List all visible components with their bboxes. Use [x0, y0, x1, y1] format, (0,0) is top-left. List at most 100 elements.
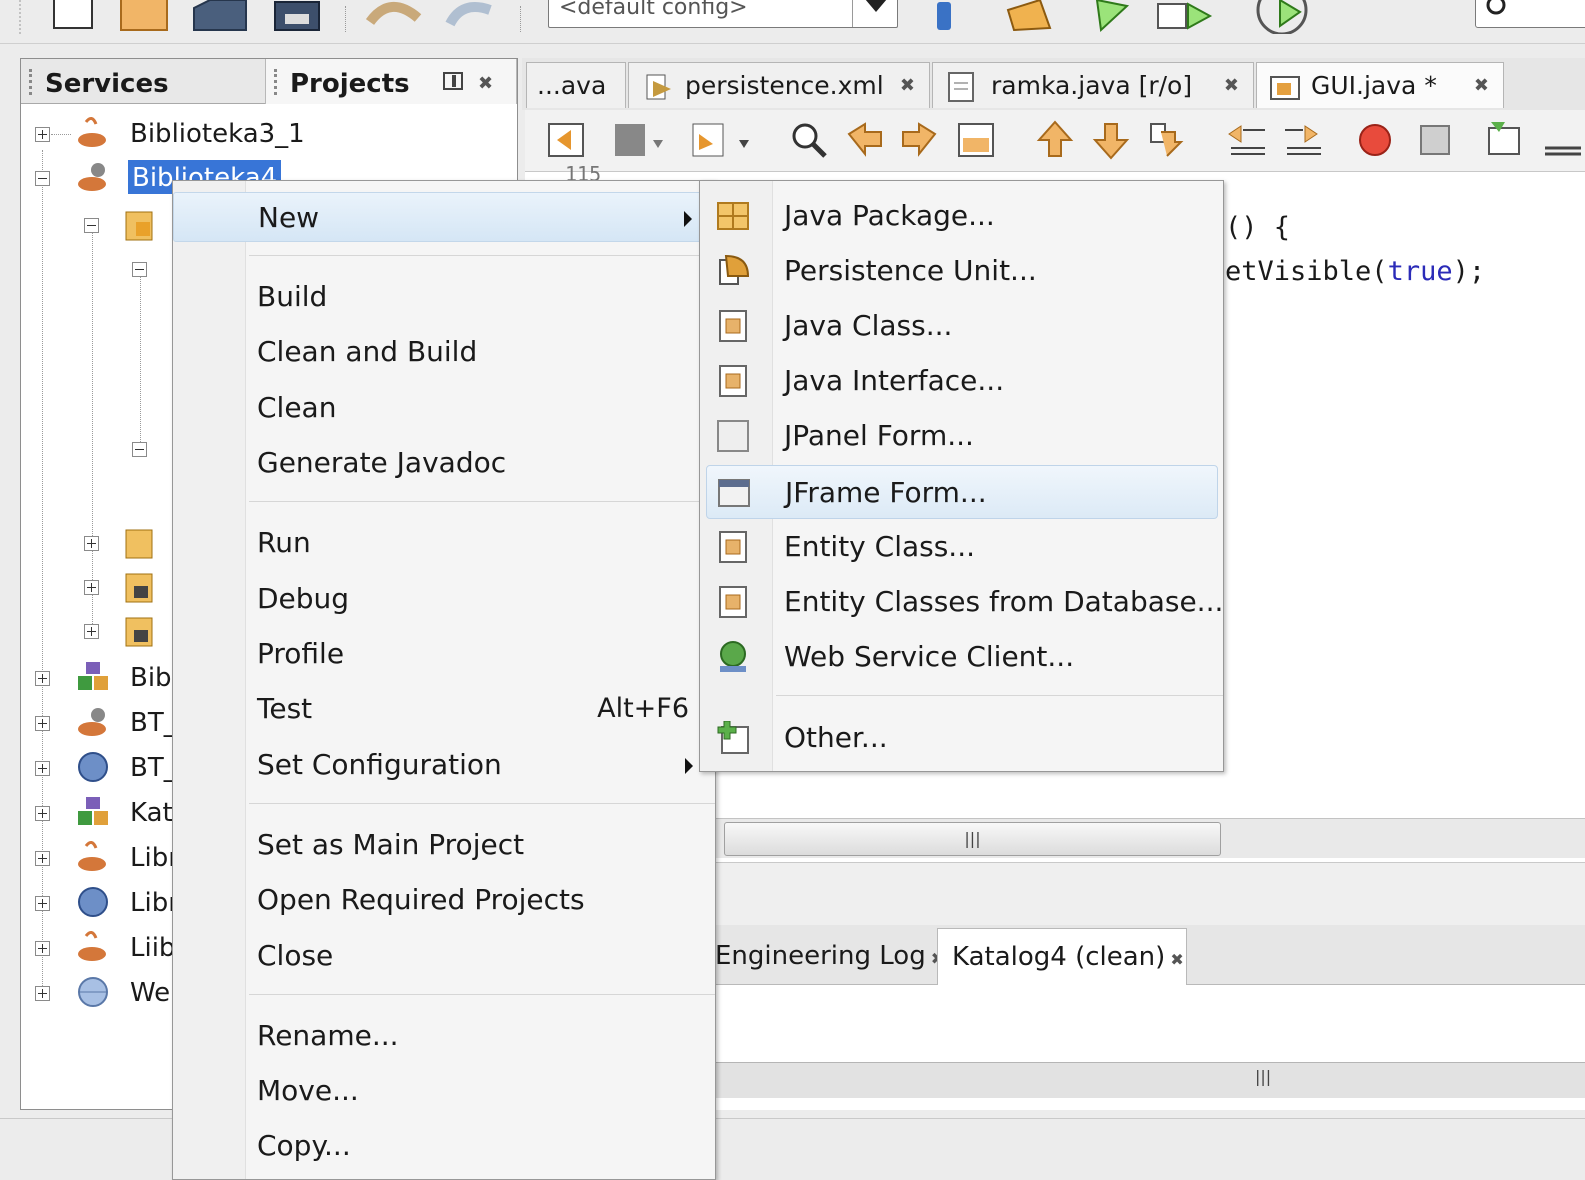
tree-node-project[interactable]: BT_	[30, 746, 177, 790]
menu-item-run[interactable]: Run	[173, 518, 715, 568]
next-bookmark-icon[interactable]	[1091, 118, 1135, 162]
menu-item-set-configuration[interactable]: Set Configuration	[173, 740, 715, 790]
collapse-icon[interactable]	[35, 171, 50, 186]
source-view-icon[interactable]	[545, 120, 589, 160]
tree-node-project[interactable]: Biblioteka3_1	[30, 112, 500, 156]
tab-projects[interactable]: Projects ✖	[265, 59, 517, 104]
tree-node-project[interactable]: Liib	[30, 926, 175, 970]
submenu-item-jpanel-form[interactable]: JPanel Form...	[700, 409, 1223, 463]
forward-history-icon[interactable]	[689, 120, 761, 160]
editor-tab[interactable]: ...ava	[526, 62, 626, 108]
submenu-item-entity-classes-from-database[interactable]: Entity Classes from Database...	[700, 575, 1223, 629]
toggle-bookmark-icon[interactable]	[1147, 118, 1191, 162]
menu-item-build[interactable]: Build	[173, 272, 715, 322]
editor-tab[interactable]: ramka.java [r/o] ✖	[932, 62, 1254, 108]
run-icon[interactable]	[1085, 0, 1135, 34]
tree-node-project[interactable]: BT_	[30, 701, 177, 745]
tree-node-folder[interactable]	[80, 566, 170, 610]
find-icon[interactable]	[787, 120, 831, 160]
menu-item-close[interactable]: Close	[173, 931, 715, 981]
menu-item-generate-javadoc[interactable]: Generate Javadoc	[173, 438, 715, 488]
collapse-icon[interactable]	[84, 218, 99, 233]
submenu-item-java-package[interactable]: Java Package...	[700, 189, 1223, 243]
tree-node-folder[interactable]	[80, 204, 170, 248]
output-tab[interactable]: Engineering Log ✖	[715, 928, 944, 985]
tree-node-folder[interactable]	[80, 522, 170, 566]
expand-icon[interactable]	[35, 671, 50, 686]
menu-item-copy[interactable]: Copy...	[173, 1121, 715, 1171]
tree-node-package[interactable]	[128, 248, 168, 292]
profile-icon[interactable]	[1250, 0, 1320, 34]
expand-icon[interactable]	[35, 761, 50, 776]
menu-item-move[interactable]: Move...	[173, 1066, 715, 1116]
menu-item-open-required-projects[interactable]: Open Required Projects	[173, 875, 715, 925]
close-tab-icon[interactable]: ✖	[1474, 63, 1489, 109]
clean-icon[interactable]	[925, 0, 965, 34]
menu-item-test[interactable]: Test Alt+F6	[173, 684, 715, 734]
debug-icon[interactable]	[1150, 0, 1220, 34]
comment-icon[interactable]	[1485, 118, 1529, 162]
expand-icon[interactable]	[35, 716, 50, 731]
uncomment-icon[interactable]	[1541, 118, 1585, 162]
editor-tab-active[interactable]: GUI.java * ✖	[1256, 62, 1504, 108]
menu-item-new[interactable]: New	[173, 192, 715, 242]
expand-icon[interactable]	[84, 624, 99, 639]
start-macro-recording-icon[interactable]	[1355, 120, 1395, 160]
tree-node-project[interactable]: Kat	[30, 791, 173, 835]
save-all-icon[interactable]	[265, 0, 335, 34]
menu-item-profile[interactable]: Profile	[173, 629, 715, 679]
shift-left-icon[interactable]	[1225, 118, 1269, 162]
submenu-item-jframe-form[interactable]: JFrame Form...	[706, 465, 1218, 519]
tree-node-project[interactable]: Libr	[30, 881, 179, 925]
scrollbar-thumb[interactable]: |||	[724, 822, 1221, 856]
toggle-highlight-icon[interactable]	[955, 120, 999, 160]
stop-macro-recording-icon[interactable]	[1415, 120, 1455, 160]
menu-item-rename[interactable]: Rename...	[173, 1011, 715, 1061]
find-previous-icon[interactable]	[843, 120, 887, 160]
shift-right-icon[interactable]	[1281, 118, 1325, 162]
editor-tab[interactable]: persistence.xml ✖	[628, 62, 930, 108]
new-project-icon[interactable]	[115, 0, 175, 34]
open-project-icon[interactable]	[190, 0, 250, 34]
submenu-item-web-service-client[interactable]: Web Service Client...	[700, 630, 1223, 684]
submenu-item-java-interface[interactable]: Java Interface...	[700, 354, 1223, 408]
tree-node-folder[interactable]	[80, 610, 170, 654]
tree-node-package[interactable]	[128, 428, 168, 472]
undo-icon[interactable]	[360, 0, 430, 34]
close-tab-icon[interactable]: ✖	[478, 59, 493, 109]
new-file-icon[interactable]	[18, 0, 98, 34]
close-tab-icon[interactable]: ✖	[1224, 63, 1239, 109]
tree-node-project[interactable]: Bibl	[30, 656, 179, 700]
quick-search-input[interactable]	[1475, 0, 1585, 28]
previous-bookmark-icon[interactable]	[1035, 118, 1079, 162]
minimize-window-icon[interactable]	[442, 71, 466, 93]
tab-services[interactable]: Services	[21, 59, 265, 104]
menu-item-debug[interactable]: Debug	[173, 574, 715, 624]
expand-icon[interactable]	[84, 536, 99, 551]
submenu-item-other[interactable]: Other...	[700, 711, 1223, 765]
submenu-item-java-class[interactable]: Java Class...	[700, 299, 1223, 353]
menu-item-set-as-main-project[interactable]: Set as Main Project	[173, 820, 715, 870]
configuration-select[interactable]: <default config>	[548, 0, 898, 28]
expand-icon[interactable]	[84, 580, 99, 595]
find-next-icon[interactable]	[897, 120, 941, 160]
menu-item-clean[interactable]: Clean	[173, 383, 715, 433]
collapse-icon[interactable]	[132, 442, 147, 457]
expand-icon[interactable]	[35, 896, 50, 911]
collapse-icon[interactable]	[132, 262, 147, 277]
back-history-icon[interactable]	[611, 120, 679, 160]
close-tab-icon[interactable]: ✖	[900, 63, 915, 109]
expand-icon[interactable]	[35, 941, 50, 956]
submenu-item-persistence-unit[interactable]: Persistence Unit...	[700, 244, 1223, 298]
build-icon[interactable]	[1000, 0, 1060, 34]
tree-node-project[interactable]: Libr	[30, 836, 179, 880]
tree-node-project[interactable]: We	[30, 971, 172, 1015]
redo-icon[interactable]	[440, 0, 500, 34]
expand-icon[interactable]	[35, 986, 50, 1001]
expand-icon[interactable]	[35, 806, 50, 821]
output-horizontal-scrollbar[interactable]: |||	[715, 1062, 1585, 1098]
close-tab-icon[interactable]: ✖	[1165, 950, 1183, 969]
expand-icon[interactable]	[35, 127, 50, 142]
output-tab-active[interactable]: Katalog4 (clean) ✖	[937, 928, 1187, 985]
submenu-item-entity-class[interactable]: Entity Class...	[700, 520, 1223, 574]
